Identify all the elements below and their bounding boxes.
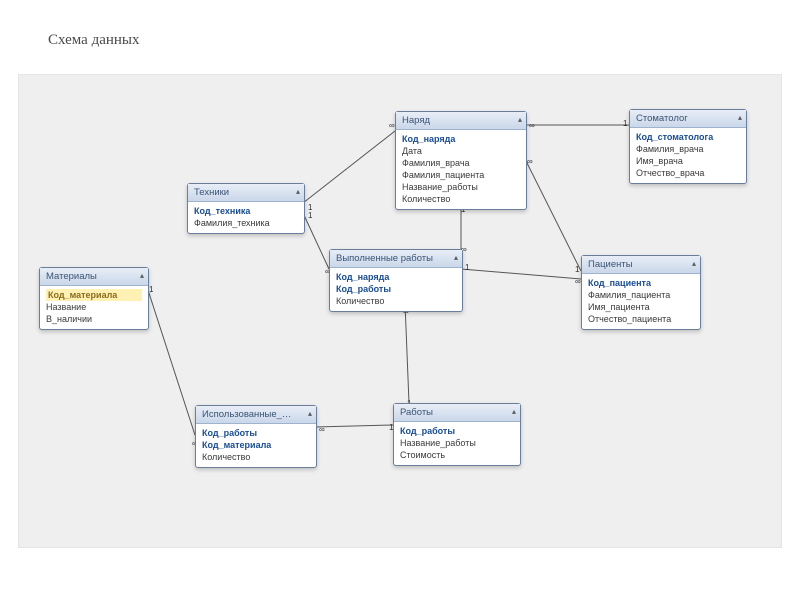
field-row[interactable]: Код_пациента (588, 277, 694, 289)
field-list: Код_работыНазвание_работыСтоимость (394, 422, 520, 465)
field-row[interactable]: Код_материала (46, 289, 142, 301)
table-techs[interactable]: Техники ▴ Код_техникаФамилия_техника (187, 183, 305, 234)
table-materials[interactable]: Материалы ▴ Код_материалаНазваниеВ_наличии (39, 267, 149, 330)
chevron-up-icon[interactable]: ▴ (692, 259, 696, 268)
chevron-up-icon[interactable]: ▴ (140, 271, 144, 280)
table-title[interactable]: Выполненные работы ▴ (330, 250, 462, 268)
chevron-up-icon[interactable]: ▴ (296, 187, 300, 196)
table-title-text: Работы (400, 407, 433, 418)
field-row[interactable]: Отчество_пациента (588, 313, 694, 325)
table-title[interactable]: Использованные_… ▴ (196, 406, 316, 424)
field-row[interactable]: Имя_пациента (588, 301, 694, 313)
table-naryad[interactable]: Наряд ▴ Код_нарядаДатаФамилия_врачаФамилия… (395, 111, 527, 210)
field-row[interactable]: Код_наряда (336, 271, 456, 283)
chevron-up-icon[interactable]: ▴ (308, 409, 312, 418)
cardinality-many: ∞ (389, 121, 395, 130)
field-row[interactable]: Фамилия_пациента (588, 289, 694, 301)
field-row[interactable]: Название_работы (400, 437, 514, 449)
cardinality-one: 1 (149, 285, 153, 294)
field-list: Код_материалаНазваниеВ_наличии (40, 286, 148, 329)
cardinality-one: 1 (575, 265, 579, 274)
table-title[interactable]: Стоматолог ▴ (630, 110, 746, 128)
chevron-up-icon[interactable]: ▴ (454, 253, 458, 262)
field-row[interactable]: Фамилия_техника (194, 217, 298, 229)
cardinality-one: 1 (465, 263, 469, 272)
chevron-up-icon[interactable]: ▴ (518, 115, 522, 124)
table-title-text: Пациенты (588, 259, 633, 270)
field-row[interactable]: Фамилия_врача (636, 143, 740, 155)
cardinality-many: ∞ (319, 425, 325, 434)
field-row[interactable]: Код_работы (336, 283, 456, 295)
field-row[interactable]: Фамилия_пациента (402, 169, 520, 181)
field-row[interactable]: Стоимость (400, 449, 514, 461)
table-title[interactable]: Пациенты ▴ (582, 256, 700, 274)
chevron-up-icon[interactable]: ▴ (738, 113, 742, 122)
field-list: Код_техникаФамилия_техника (188, 202, 304, 233)
table-title-text: Выполненные работы (336, 253, 433, 264)
field-list: Код_пациентаФамилия_пациентаИмя_пациента… (582, 274, 700, 329)
table-title-text: Наряд (402, 115, 430, 126)
field-list: Код_работыКод_материалаКоличество (196, 424, 316, 467)
table-done[interactable]: Выполненные работы ▴ Код_нарядаКод_работыК… (329, 249, 463, 312)
table-title[interactable]: Материалы ▴ (40, 268, 148, 286)
field-row[interactable]: Имя_врача (636, 155, 740, 167)
table-used[interactable]: Использованные_… ▴ Код_работыКод_материала… (195, 405, 317, 468)
table-title[interactable]: Наряд ▴ (396, 112, 526, 130)
field-list: Код_стоматологаФамилия_врачаИмя_врачаОтч… (630, 128, 746, 183)
field-row[interactable]: Фамилия_врача (402, 157, 520, 169)
field-row[interactable]: Код_наряда (402, 133, 520, 145)
table-title-text: Стоматолог (636, 113, 688, 124)
table-works[interactable]: Работы ▴ Код_работыНазвание_работыСтоимост… (393, 403, 521, 466)
field-row[interactable]: Дата (402, 145, 520, 157)
cardinality-many: ∞ (527, 157, 533, 166)
relationships-canvas[interactable]: 1∞1∞1∞1∞1∞1∞1∞1∞1∞Материалы▴Код_материал… (18, 74, 782, 548)
field-list: Код_нарядаДатаФамилия_врачаФамилия_пацие… (396, 130, 526, 209)
table-title[interactable]: Работы ▴ (394, 404, 520, 422)
chevron-up-icon[interactable]: ▴ (512, 407, 516, 416)
field-row[interactable]: Код_техника (194, 205, 298, 217)
field-row[interactable]: Название (46, 301, 142, 313)
table-title[interactable]: Техники ▴ (188, 184, 304, 202)
field-list: Код_нарядаКод_работыКоличество (330, 268, 462, 311)
field-row[interactable]: Код_материала (202, 439, 310, 451)
cardinality-one: 1 (308, 211, 312, 220)
field-row[interactable]: Количество (402, 193, 520, 205)
field-row[interactable]: В_наличии (46, 313, 142, 325)
field-row[interactable]: Название_работы (402, 181, 520, 193)
table-title-text: Использованные_… (202, 409, 291, 420)
table-title-text: Материалы (46, 271, 97, 282)
cardinality-many: ∞ (575, 277, 581, 286)
field-row[interactable]: Код_стоматолога (636, 131, 740, 143)
table-stomat[interactable]: Стоматолог ▴ Код_стоматологаФамилия_врачаИ… (629, 109, 747, 184)
field-row[interactable]: Количество (336, 295, 456, 307)
table-patients[interactable]: Пациенты ▴ Код_пациентаФамилия_пациентаИмя… (581, 255, 701, 330)
field-row[interactable]: Количество (202, 451, 310, 463)
cardinality-many: ∞ (529, 121, 535, 130)
table-title-text: Техники (194, 187, 229, 198)
field-row[interactable]: Код_работы (202, 427, 310, 439)
cardinality-one: 1 (623, 119, 627, 128)
field-row[interactable]: Код_работы (400, 425, 514, 437)
field-row[interactable]: Отчество_врача (636, 167, 740, 179)
page-title: Схема данных (48, 32, 140, 49)
